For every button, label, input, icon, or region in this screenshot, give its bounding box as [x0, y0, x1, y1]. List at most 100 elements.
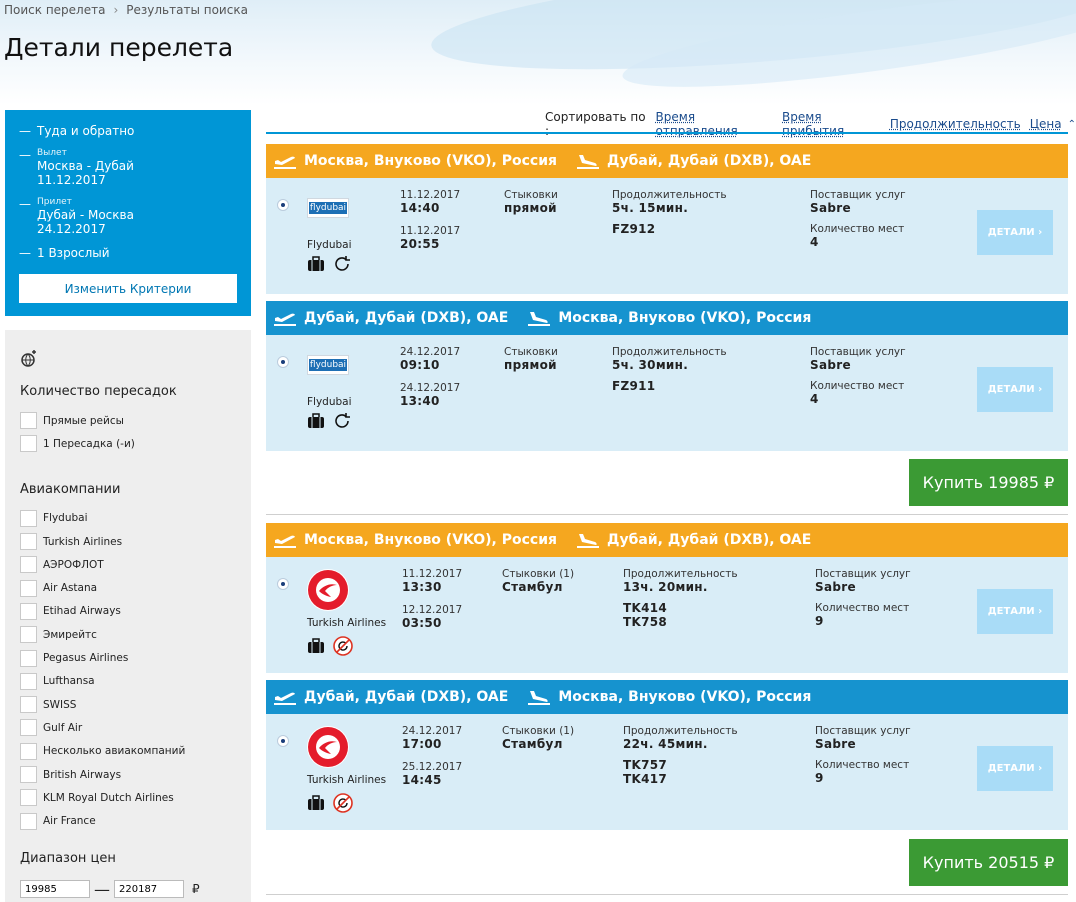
filter-checkbox-item[interactable]: Air France	[20, 809, 236, 832]
departure-time: 13:30	[402, 580, 442, 594]
stops-label: Стыковки (1)	[502, 725, 575, 737]
provider-label: Поставщик услуг	[815, 725, 911, 737]
arrival-time: 03:50	[402, 616, 442, 630]
filter-checkbox-item[interactable]: Flydubai	[20, 507, 236, 530]
stops-label: Стыковки	[504, 189, 558, 201]
segment-header: Дубай, Дубай (DXB), OAE Москва, Внуково (…	[266, 680, 1068, 722]
buy-button[interactable]: Купить 19985 ₽	[909, 459, 1068, 506]
departure-time: 17:00	[402, 737, 442, 751]
flight-number: TK414	[623, 601, 668, 615]
checkbox[interactable]	[20, 649, 37, 667]
flydubai-logo-text: flydubai	[309, 359, 347, 371]
flight-radio[interactable]	[277, 735, 289, 747]
filter-checkbox-item[interactable]: British Airways	[20, 763, 236, 786]
departure-date: 11.12.2017	[400, 189, 461, 201]
checkbox-label: АЭРОФЛОТ	[43, 558, 104, 571]
filter-checkbox-item[interactable]: Air Astana	[20, 576, 236, 599]
duration-label: Продолжительность	[623, 568, 738, 580]
price-min-input[interactable]	[20, 880, 90, 899]
checkbox-label: Air Astana	[43, 582, 98, 595]
filter-checkbox-item[interactable]: Etihad Airways	[20, 600, 236, 623]
checkbox[interactable]	[20, 602, 37, 620]
breadcrumb-results[interactable]: Результаты поиска	[126, 3, 248, 17]
checkbox[interactable]	[20, 766, 37, 783]
details-button[interactable]: ДЕТАЛИ ›	[977, 589, 1053, 634]
filter-checkbox-item[interactable]: Эмирейтс	[20, 623, 236, 646]
filter-checkbox-item[interactable]: АЭРОФЛОТ	[20, 553, 236, 576]
segment-body: Turkish Airlines 11.12.2017 13:30 12.12.201…	[266, 557, 1068, 673]
filter-checkbox-item[interactable]: Gulf Air	[20, 716, 236, 739]
filter-checkbox-item[interactable]: Pegasus Airlines	[20, 646, 236, 669]
takeoff-icon	[274, 535, 296, 548]
checkbox[interactable]	[20, 696, 37, 714]
change-criteria-button[interactable]: Изменить Критерии	[19, 274, 237, 303]
return-route: Дубай - Москва	[37, 208, 134, 222]
checkbox[interactable]	[20, 672, 37, 690]
checkbox-label: KLM Royal Dutch Airlines	[43, 791, 174, 804]
details-button[interactable]: ДЕТАЛИ ›	[977, 210, 1053, 255]
details-button[interactable]: ДЕТАЛИ ›	[977, 367, 1053, 412]
landing-icon	[577, 155, 600, 169]
return-date: 24.12.2017	[37, 222, 106, 236]
filter-checkbox-item[interactable]: 1 Пересадка (-и)	[20, 432, 236, 455]
checkbox[interactable]	[20, 412, 37, 430]
segment-destination: Москва, Внуково (VKO), Россия	[558, 310, 812, 326]
seats-label: Количество мест	[810, 380, 905, 392]
search-summary: — Туда и обратно — Вылет Москва - Дубай 1…	[5, 110, 251, 316]
filter-checkbox-item[interactable]: Прямые рейсы	[20, 409, 236, 432]
checkbox[interactable]	[20, 742, 37, 760]
checkbox-label: Прямые рейсы	[43, 414, 124, 427]
segment-header: Москва, Внуково (VKO), Россия Дубай, Дуба…	[266, 523, 1068, 565]
buy-button[interactable]: Купить 20515 ₽	[909, 839, 1068, 886]
departure-date: 24.12.2017	[400, 346, 461, 358]
breadcrumb-search[interactable]: Поиск перелета	[4, 3, 105, 17]
checkbox-label: Pegasus Airlines	[43, 652, 129, 665]
price-max-input[interactable]	[114, 880, 184, 899]
segment-header: Москва, Внуково (VKO), Россия Дубай, Дуба…	[266, 144, 1068, 186]
details-button[interactable]: ДЕТАЛИ ›	[977, 746, 1053, 791]
checkbox[interactable]	[20, 626, 37, 644]
checkbox[interactable]	[20, 719, 37, 737]
flight-radio[interactable]	[277, 356, 289, 368]
segment-body: Turkish Airlines 24.12.2017 17:00 25.12.201…	[266, 714, 1068, 830]
landing-icon	[577, 534, 600, 548]
checkbox[interactable]	[20, 812, 37, 830]
sort-duration[interactable]: Продолжительность	[890, 117, 1021, 131]
non-refundable-icon	[333, 636, 353, 656]
stops-value: прямой	[504, 358, 557, 372]
return-label: Прилет	[37, 197, 72, 207]
filter-checkbox-item[interactable]: Lufthansa	[20, 670, 236, 693]
filter-checkbox-item[interactable]: Turkish Airlines	[20, 530, 236, 553]
sort-caret-icon[interactable]: ⌃	[1068, 119, 1076, 130]
checkbox[interactable]	[20, 533, 37, 551]
baggage-icon	[308, 795, 324, 810]
arrival-date: 11.12.2017	[400, 225, 461, 237]
checkbox[interactable]	[20, 789, 37, 807]
flight-segment: Москва, Внуково (VKO), Россия Дубай, Дуба…	[266, 144, 1068, 294]
checkbox[interactable]	[20, 435, 37, 453]
filter-checkbox-item[interactable]: Несколько авиакомпаний	[20, 740, 236, 763]
filter-checkbox-item[interactable]: KLM Royal Dutch Airlines	[20, 786, 236, 809]
seats-label: Количество мест	[810, 223, 905, 235]
provider-value: Sabre	[815, 580, 856, 594]
airline-name: Turkish Airlines	[307, 617, 387, 629]
trip-type: Туда и обратно	[37, 124, 135, 138]
sort-price[interactable]: Цена	[1030, 117, 1062, 131]
filter-checkbox-item[interactable]: SWISS	[20, 693, 236, 716]
flight-number: TK417	[623, 772, 668, 786]
airline-logo	[307, 726, 349, 768]
fare-icons	[307, 635, 354, 657]
flight-radio[interactable]	[277, 578, 289, 590]
airlines-heading: Авиакомпании	[20, 481, 121, 497]
stops-value: прямой	[504, 201, 557, 215]
flight-radio[interactable]	[277, 199, 289, 211]
provider-label: Поставщик услуг	[810, 346, 906, 358]
arrival-date: 25.12.2017	[402, 761, 463, 773]
checkbox[interactable]	[20, 579, 37, 597]
checkbox-label: SWISS	[43, 698, 77, 711]
fare-icons	[307, 411, 352, 431]
fare-icons	[307, 254, 352, 274]
checkbox[interactable]	[20, 556, 37, 574]
checkbox[interactable]	[20, 509, 37, 527]
seats-value: 4	[810, 392, 819, 406]
